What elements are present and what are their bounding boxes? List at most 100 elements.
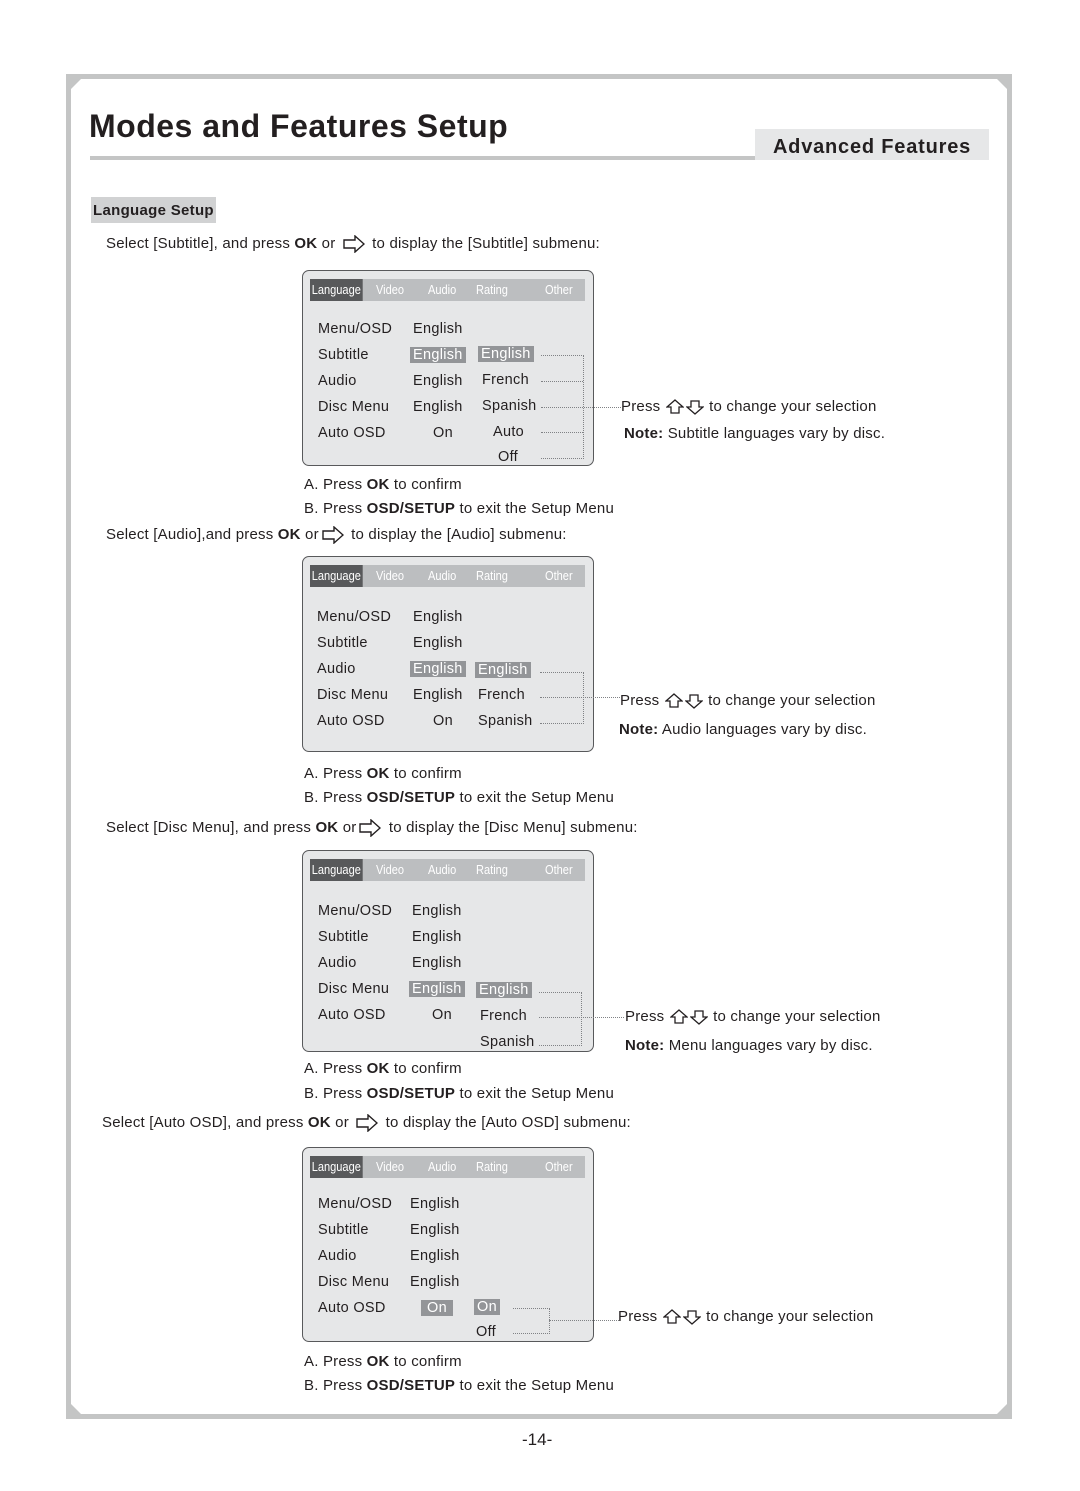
menu-option[interactable]: French	[482, 372, 529, 388]
tab-language[interactable]: Language	[310, 565, 363, 587]
setup-menu-audio: Language Video Audio Rating Other Menu/O…	[302, 556, 620, 752]
tab-rating[interactable]: Rating	[476, 1156, 508, 1178]
tab-video[interactable]: Video	[376, 859, 404, 881]
step-text: to confirm	[389, 1060, 462, 1077]
change-selection-hint: Press to change your selection	[625, 1008, 881, 1025]
corner-mark	[997, 1404, 1007, 1414]
menu-option[interactable]: Auto	[493, 424, 524, 440]
tab-rating[interactable]: Rating	[476, 279, 508, 301]
menu-label-audio[interactable]: Audio	[317, 661, 356, 677]
menu-label-audio[interactable]: Audio	[318, 373, 357, 389]
step-text: to confirm	[389, 765, 462, 782]
page-title: Modes and Features Setup	[89, 108, 509, 144]
intro-subtitle: Select [Subtitle], and press OK or to di…	[106, 235, 600, 254]
setup-menu-subtitle: Language Video Audio Rating Other Menu/O…	[302, 270, 621, 466]
tab-other[interactable]: Other	[545, 1156, 573, 1178]
menu-option[interactable]: Off	[498, 449, 518, 465]
menu-label-auto-osd[interactable]: Auto OSD	[317, 713, 385, 729]
tab-video[interactable]: Video	[376, 565, 404, 587]
hint-text: to change your selection	[708, 692, 876, 709]
tab-video[interactable]: Video	[376, 279, 404, 301]
menu-option-selected[interactable]: English	[475, 662, 531, 678]
menu-option[interactable]: Spanish	[478, 713, 533, 729]
note-label: Note:	[619, 721, 659, 738]
menu-label-subtitle[interactable]: Subtitle	[318, 347, 369, 363]
confirm-step: A. Press OK to confirm	[304, 1353, 462, 1370]
bracket-connector	[540, 672, 584, 724]
corner-mark	[71, 79, 81, 89]
tab-rating[interactable]: Rating	[476, 859, 508, 881]
menu-option-selected[interactable]: English	[478, 346, 534, 362]
menu-option[interactable]: Off	[476, 1324, 496, 1340]
tab-video[interactable]: Video	[376, 1156, 404, 1178]
menu-label-disc-menu[interactable]: Disc Menu	[317, 687, 388, 703]
osd-setup-key: OSD/SETUP	[366, 789, 456, 806]
section-badge: Advanced Features	[755, 129, 989, 160]
page-frame-right	[1007, 74, 1012, 1419]
right-arrow-icon	[322, 526, 344, 545]
menu-tab-bar: Language Video Audio Rating Other	[310, 279, 585, 301]
menu-value: English	[413, 687, 463, 703]
intro-text: Select [Disc Menu], and press	[106, 819, 316, 836]
tab-audio[interactable]: Audio	[428, 279, 456, 301]
page-frame-bottom	[66, 1414, 1012, 1419]
hint-text: to change your selection	[709, 398, 877, 415]
tab-audio[interactable]: Audio	[428, 859, 456, 881]
connector-line	[541, 381, 583, 382]
menu-option[interactable]: French	[480, 1008, 527, 1024]
menu-value-selected[interactable]: English	[410, 661, 466, 677]
exit-step: B. Press OSD/SETUP to exit the Setup Men…	[304, 789, 614, 806]
hint-text: Press	[620, 692, 660, 709]
menu-value-selected[interactable]: English	[409, 981, 465, 997]
menu-value: English	[412, 903, 462, 919]
menu-label-audio[interactable]: Audio	[318, 955, 357, 971]
menu-label-disc-menu[interactable]: Disc Menu	[318, 399, 389, 415]
ok-key: OK	[294, 235, 318, 252]
intro-text: Select [Audio],and press	[106, 526, 278, 543]
menu-option-selected[interactable]: On	[474, 1299, 500, 1315]
tab-audio[interactable]: Audio	[428, 1156, 456, 1178]
menu-option-selected[interactable]: English	[476, 982, 532, 998]
bracket-connector	[539, 992, 582, 1046]
tab-language[interactable]: Language	[310, 1156, 363, 1178]
tab-rating[interactable]: Rating	[476, 565, 508, 587]
confirm-step: A. Press OK to confirm	[304, 765, 462, 782]
step-text: A. Press	[304, 765, 367, 782]
tab-language[interactable]: Language	[310, 859, 363, 881]
menu-value-selected[interactable]: English	[410, 347, 466, 363]
menu-label-disc-menu[interactable]: Disc Menu	[318, 1274, 389, 1290]
tab-other[interactable]: Other	[545, 279, 573, 301]
menu-label-menu-osd[interactable]: Menu/OSD	[317, 609, 391, 625]
menu-option[interactable]: French	[478, 687, 525, 703]
menu-label-disc-menu[interactable]: Disc Menu	[318, 981, 389, 997]
menu-label-auto-osd[interactable]: Auto OSD	[318, 1300, 386, 1316]
menu-label-audio[interactable]: Audio	[318, 1248, 357, 1264]
intro-audio: Select [Audio],and press OK or to displa…	[106, 526, 567, 545]
menu-label-auto-osd[interactable]: Auto OSD	[318, 1007, 386, 1023]
menu-value: English	[413, 609, 463, 625]
step-text: B. Press	[304, 500, 367, 517]
tab-other[interactable]: Other	[545, 859, 573, 881]
tab-other[interactable]: Other	[545, 565, 573, 587]
up-arrow-icon	[664, 693, 683, 708]
tab-audio[interactable]: Audio	[428, 565, 456, 587]
menu-label-auto-osd[interactable]: Auto OSD	[318, 425, 386, 441]
hint-text: to change your selection	[706, 1308, 874, 1325]
menu-value-selected[interactable]: On	[421, 1300, 453, 1316]
menu-value: English	[410, 1196, 460, 1212]
hint-text: to change your selection	[713, 1008, 881, 1025]
ok-key: OK	[366, 1060, 390, 1077]
intro-text: to display the [Auto OSD] submenu:	[381, 1114, 631, 1131]
step-text: to confirm	[389, 476, 462, 493]
menu-label-menu-osd[interactable]: Menu/OSD	[318, 1196, 392, 1212]
menu-label-subtitle[interactable]: Subtitle	[317, 635, 368, 651]
menu-label-subtitle[interactable]: Subtitle	[318, 929, 369, 945]
tab-language[interactable]: Language	[310, 279, 363, 301]
menu-label-subtitle[interactable]: Subtitle	[318, 1222, 369, 1238]
menu-value: English	[413, 373, 463, 389]
menu-option[interactable]: Spanish	[482, 398, 537, 414]
menu-value: English	[410, 1274, 460, 1290]
menu-option[interactable]: Spanish	[480, 1034, 535, 1050]
menu-label-menu-osd[interactable]: Menu/OSD	[318, 903, 392, 919]
menu-label-menu-osd[interactable]: Menu/OSD	[318, 321, 392, 337]
